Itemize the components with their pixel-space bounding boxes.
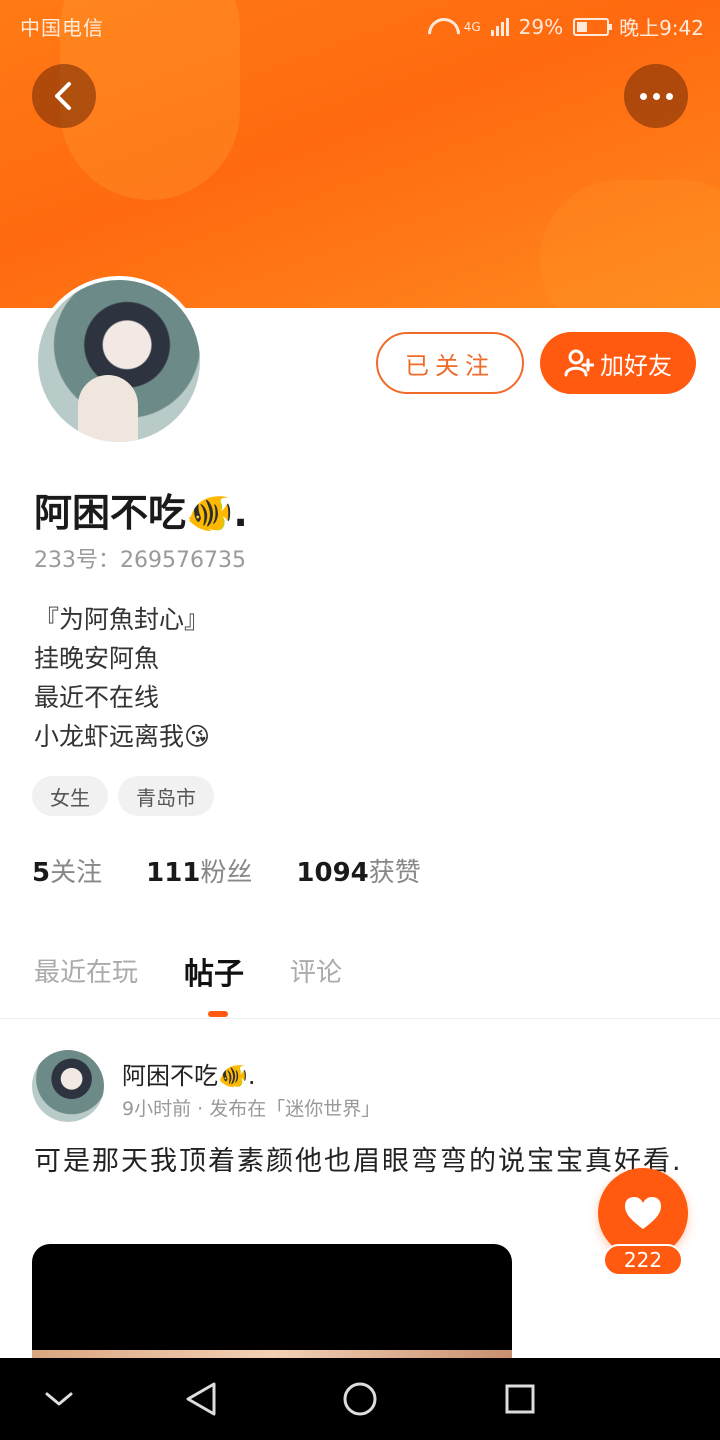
chevron-left-icon — [55, 82, 71, 110]
carrier-label: 中国电信 — [20, 16, 104, 40]
nav-recent-button[interactable] — [497, 1376, 543, 1422]
triangle-back-icon — [186, 1382, 216, 1416]
stat-following[interactable]: 5关注 — [32, 852, 102, 889]
bio-line: 『为阿魚封心』 — [34, 605, 210, 634]
more-dots-icon — [639, 92, 673, 100]
add-friend-label: 加好友 — [600, 351, 672, 380]
tag-gender[interactable]: 女生 — [32, 776, 108, 816]
tab-comments[interactable]: 评论 — [290, 952, 342, 993]
add-user-icon — [564, 349, 594, 377]
status-bar: 中国电信 4G 29% 晚上9:42 — [0, 0, 720, 50]
bio-line: 小龙虾远离我😘 — [34, 722, 211, 751]
post-media-preview — [32, 1350, 512, 1358]
tab-recent-games[interactable]: 最近在玩 — [34, 952, 138, 993]
stat-likes[interactable]: 1094获赞 — [296, 852, 420, 889]
signal-icon — [490, 17, 509, 36]
stat-number: 111 — [146, 858, 201, 888]
stat-label: 获赞 — [368, 858, 421, 888]
bio-line: 挂晚安阿魚 — [34, 644, 160, 673]
nav-collapse-button[interactable] — [36, 1376, 82, 1422]
square-recent-icon — [505, 1384, 535, 1414]
stat-followers[interactable]: 111粉丝 — [146, 852, 252, 889]
nav-back-button[interactable] — [178, 1376, 224, 1422]
tag-city[interactable]: 青岛市 — [118, 776, 214, 816]
system-nav-bar — [0, 1358, 720, 1440]
post-meta: 9小时前 · 发布在「迷你世界」 — [122, 1098, 381, 1120]
user-id-value: 269576735 — [120, 548, 246, 573]
followed-label: 已关注 — [405, 351, 495, 380]
stat-number: 5 — [32, 858, 51, 888]
username: 阿困不吃🐠. — [34, 491, 248, 535]
user-id-label: 233号： — [34, 548, 120, 573]
bio-line: 最近不在线 — [34, 683, 160, 712]
divider — [0, 1018, 720, 1019]
banner-decoration — [540, 180, 720, 308]
stat-label: 粉丝 — [200, 858, 253, 888]
nav-home-button[interactable] — [337, 1376, 383, 1422]
add-friend-button[interactable]: 加好友 — [540, 332, 696, 394]
post-text[interactable]: 可是那天我顶着素颜他也眉眼弯弯的说宝宝真好看. — [34, 1142, 694, 1182]
more-button[interactable] — [624, 64, 688, 128]
followed-button[interactable]: 已关注 — [376, 332, 524, 394]
avatar[interactable] — [34, 276, 204, 446]
tab-indicator — [208, 1011, 228, 1017]
like-count: 222 — [603, 1244, 683, 1276]
stat-label: 关注 — [50, 858, 103, 888]
back-button[interactable] — [32, 64, 96, 128]
profile-stats: 5关注 111粉丝 1094获赞 — [32, 852, 421, 889]
post-author[interactable]: 阿困不吃🐠. — [122, 1056, 256, 1091]
profile-tabs: 最近在玩 帖子 评论 — [34, 952, 342, 993]
heart-icon — [625, 1197, 661, 1229]
wifi-icon — [428, 18, 454, 36]
tab-posts[interactable]: 帖子 — [184, 949, 244, 993]
chevron-down-icon — [45, 1392, 73, 1406]
status-right: 4G 29% 晚上9:42 — [428, 12, 704, 41]
circle-home-icon — [343, 1382, 377, 1416]
post-media[interactable] — [32, 1244, 512, 1364]
stat-number: 1094 — [296, 858, 369, 888]
bio: 『为阿魚封心』 挂晚安阿魚 最近不在线 小龙虾远离我😘 — [34, 600, 210, 756]
avatar-image — [38, 280, 200, 442]
battery-percent: 29% — [518, 14, 564, 39]
post-avatar[interactable] — [32, 1050, 104, 1122]
clock: 晚上9:42 — [619, 16, 704, 40]
user-id: 233号：269576735 — [34, 542, 246, 574]
profile-tags: 女生 青岛市 — [32, 776, 214, 816]
battery-icon — [573, 17, 613, 36]
network-label: 4G — [463, 19, 481, 34]
